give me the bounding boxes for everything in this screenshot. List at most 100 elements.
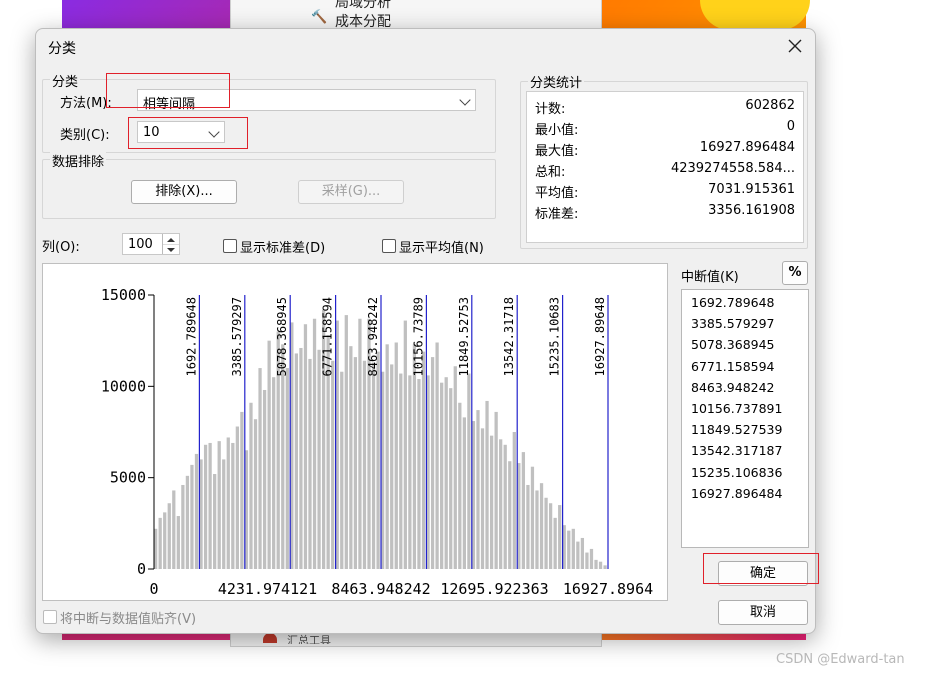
stat-label: 总和: xyxy=(535,165,566,180)
histogram-bars xyxy=(154,309,607,569)
y-tick-label: 5000 xyxy=(110,469,146,487)
histogram-bar xyxy=(249,402,253,569)
histogram-bar xyxy=(253,419,258,569)
break-line-label: 3385.579297 xyxy=(230,297,244,376)
statistics-panel: 计数: 602862 最小值: 0 最大值: 16927.896484 总和: … xyxy=(526,91,804,243)
sample-button: 采样(G)... xyxy=(298,180,404,204)
histogram-bar xyxy=(194,453,199,569)
desktop-background-blob xyxy=(700,0,810,30)
percent-button[interactable]: % xyxy=(782,261,808,285)
histogram-chart[interactable]: 1692.789648 3385.579297 5078.368945 6771.15… xyxy=(42,263,668,601)
histogram-bar xyxy=(163,512,167,569)
exclude-button[interactable]: 排除(X)... xyxy=(131,180,237,204)
breaks-label: 中断值(K) xyxy=(681,270,739,285)
histogram-bar xyxy=(449,388,453,569)
histogram-bar xyxy=(399,373,403,569)
show-mean-checkbox[interactable] xyxy=(382,239,396,253)
y-tick-label: 0 xyxy=(137,560,146,578)
close-icon[interactable] xyxy=(786,37,804,55)
break-value-item[interactable]: 16927.896484 xyxy=(691,483,808,504)
histogram-bar xyxy=(408,375,412,569)
histogram-bar xyxy=(358,318,362,569)
histogram-bar xyxy=(580,537,585,569)
stepper-down-button[interactable] xyxy=(162,244,179,254)
break-value-item[interactable]: 13542.317187 xyxy=(691,440,808,461)
stat-value: 602862 xyxy=(745,98,795,113)
histogram-bar xyxy=(317,349,321,569)
histogram-bar xyxy=(467,373,471,569)
histogram-bar xyxy=(462,417,466,569)
histogram-bar xyxy=(158,517,162,569)
histogram-bar xyxy=(226,437,230,569)
snap-checkbox xyxy=(43,610,57,624)
x-tick-label: 12695.922363 xyxy=(440,580,548,598)
chevron-down-icon xyxy=(459,94,471,106)
histogram-bar xyxy=(589,548,594,569)
histogram-bar xyxy=(376,351,380,569)
stat-row-min: 最小值: 0 xyxy=(535,117,795,138)
break-value-item[interactable]: 11849.527539 xyxy=(691,419,808,440)
histogram-bar xyxy=(494,411,498,569)
histogram-bar xyxy=(458,402,462,569)
break-value-item[interactable]: 8463.948242 xyxy=(691,377,808,398)
histogram-bar xyxy=(353,357,358,569)
histogram-bar xyxy=(203,444,208,569)
show-mean-label: 显示平均值(N) xyxy=(399,241,484,256)
histogram-svg: 1692.789648 3385.579297 5078.368945 6771.15… xyxy=(101,286,653,598)
histogram-bar xyxy=(172,490,176,569)
histogram-bar xyxy=(349,346,353,569)
break-line-label: 6771.158594 xyxy=(321,297,335,376)
break-line-label: 15235.10683 xyxy=(548,297,562,376)
stat-row-mean: 平均值: 7031.915361 xyxy=(535,180,795,201)
columns-stepper[interactable]: 100 xyxy=(122,233,180,255)
histogram-bar xyxy=(548,503,553,569)
break-line-label: 8463.948242 xyxy=(366,297,380,376)
histogram-bar xyxy=(308,358,312,569)
watermark: CSDN @Edward-tan xyxy=(776,652,905,667)
break-value-item[interactable]: 5078.368945 xyxy=(691,334,808,355)
histogram-bar xyxy=(558,505,562,569)
breaks-list[interactable]: 1692.789648 3385.579297 5078.368945 6771.15… xyxy=(681,289,809,548)
histogram-bar xyxy=(489,435,494,569)
stat-label: 最小值: xyxy=(535,123,579,138)
histogram-bar xyxy=(371,362,376,569)
histogram-bar xyxy=(340,371,344,569)
x-tick-label: 8463.948242 xyxy=(331,580,430,598)
show-std-label: 显示标准差(D) xyxy=(240,241,326,256)
stat-value: 16927.896484 xyxy=(699,140,795,155)
histogram-bar xyxy=(571,528,575,569)
histogram-bar xyxy=(417,379,421,569)
histogram-bar xyxy=(508,461,512,569)
snap-label: 将中断与数据值贴齐(V) xyxy=(60,612,197,627)
histogram-bar xyxy=(231,442,235,569)
histogram-bar xyxy=(181,484,185,569)
break-line-label: 16927.89648 xyxy=(593,297,607,376)
break-line-label: 11849.52753 xyxy=(457,297,471,376)
histogram-bar xyxy=(272,377,276,569)
classes-label: 类别(C): xyxy=(60,128,110,143)
break-value-item[interactable]: 6771.158594 xyxy=(691,356,808,377)
histogram-bar xyxy=(285,368,289,569)
histogram-bar xyxy=(512,432,516,569)
histogram-bar xyxy=(567,530,571,569)
cancel-button[interactable]: 取消 xyxy=(718,600,808,625)
break-value-item[interactable]: 1692.789648 xyxy=(691,292,808,313)
stat-label: 标准差: xyxy=(535,207,579,222)
histogram-bar xyxy=(208,442,212,569)
stat-row-std: 标准差: 3356.161908 xyxy=(535,201,795,222)
stat-value: 7031.915361 xyxy=(708,182,795,197)
histogram-bar xyxy=(421,351,426,569)
histogram-bar xyxy=(190,464,194,569)
break-value-item[interactable]: 15235.106836 xyxy=(691,462,808,483)
break-line-label: 5078.368945 xyxy=(275,297,289,376)
x-tick-label: 16927.8964 xyxy=(563,580,653,598)
columns-value: 100 xyxy=(128,237,153,252)
method-label: 方法(M): xyxy=(60,96,112,111)
y-tick-label: 10000 xyxy=(101,377,146,395)
histogram-bar xyxy=(403,320,407,569)
stat-label: 平均值: xyxy=(535,186,579,201)
break-value-item[interactable]: 10156.737891 xyxy=(691,398,808,419)
break-value-item[interactable]: 3385.579297 xyxy=(691,313,808,334)
histogram-bar xyxy=(281,344,285,569)
show-std-checkbox[interactable] xyxy=(223,239,237,253)
